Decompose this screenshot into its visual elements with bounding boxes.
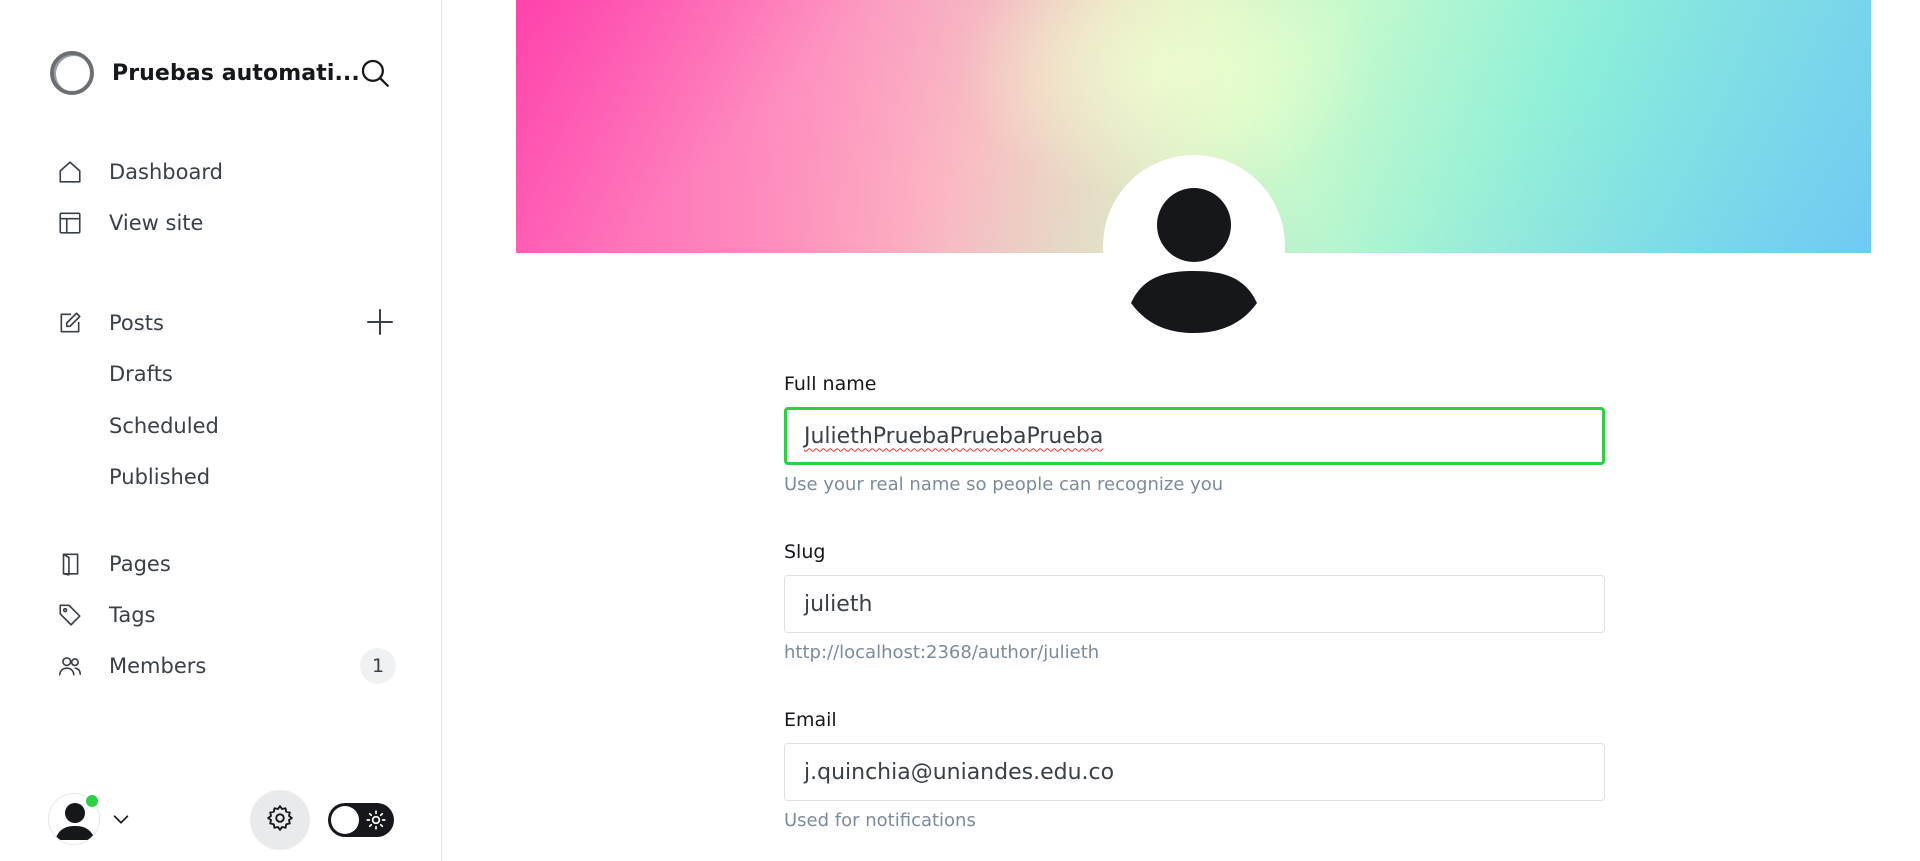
full-name-help: Use your real name so people can recogni… — [784, 474, 1224, 495]
sidebar-item-label: Posts — [109, 311, 164, 335]
gear-icon — [265, 803, 295, 837]
tag-icon — [56, 601, 84, 629]
sidebar-item-label: Members — [109, 654, 207, 678]
user-avatar-icon — [1131, 188, 1257, 333]
email-label: Email — [784, 709, 837, 731]
sidebar-item-view-site[interactable]: View site — [56, 203, 396, 243]
home-icon — [56, 158, 84, 186]
full-name-value: JuliethPruebaPruebaPrueba — [804, 423, 1104, 449]
online-status-indicator — [84, 793, 100, 809]
site-title: Pruebas automati... — [112, 60, 360, 86]
sidebar-item-label: Published — [109, 465, 211, 489]
slug-field[interactable]: julieth — [784, 575, 1605, 633]
email-help: Used for notifications — [784, 810, 976, 831]
sidebar-item-pages[interactable]: Pages — [56, 544, 396, 584]
sidebar-item-published[interactable]: Published — [109, 459, 210, 495]
slug-label: Slug — [784, 541, 826, 563]
plus-icon[interactable] — [364, 306, 396, 338]
sidebar-item-label: Tags — [109, 603, 156, 627]
sidebar-item-label: View site — [109, 211, 204, 235]
full-name-field[interactable]: JuliethPruebaPruebaPrueba — [784, 407, 1605, 465]
chevron-down-icon[interactable] — [110, 808, 132, 830]
sidebar-item-label: Drafts — [109, 362, 173, 386]
sidebar-item-label: Dashboard — [109, 160, 223, 184]
sidebar-item-scheduled[interactable]: Scheduled — [109, 408, 219, 444]
email-field[interactable]: j.quinchia@uniandes.edu.co — [784, 743, 1605, 801]
slug-url-help: http://localhost:2368/author/julieth — [784, 642, 1100, 663]
members-icon — [56, 652, 84, 680]
sidebar-item-members[interactable]: Members — [56, 646, 396, 686]
sidebar-item-label: Pages — [109, 552, 171, 576]
search-icon[interactable] — [358, 56, 392, 90]
sidebar: Pruebas automati... Dashboard View site … — [0, 0, 442, 861]
pages-icon — [56, 550, 84, 578]
sidebar-item-label: Scheduled — [109, 414, 219, 438]
site-brand[interactable]: Pruebas automati... — [50, 50, 360, 96]
sun-icon — [366, 810, 386, 830]
edit-icon — [56, 309, 84, 337]
sidebar-item-tags[interactable]: Tags — [56, 595, 396, 635]
sidebar-item-posts[interactable]: Posts — [56, 303, 396, 343]
site-logo-icon — [50, 51, 94, 95]
toggle-knob — [331, 806, 359, 834]
settings-button[interactable] — [250, 790, 310, 850]
full-name-label: Full name — [784, 373, 877, 395]
sidebar-item-dashboard[interactable]: Dashboard — [56, 152, 396, 192]
profile-picture[interactable] — [1103, 155, 1285, 337]
slug-value: julieth — [804, 591, 873, 617]
members-count-badge: 1 — [360, 648, 396, 684]
email-value: j.quinchia@uniandes.edu.co — [804, 759, 1115, 785]
theme-toggle[interactable] — [328, 803, 394, 837]
layout-icon — [56, 209, 84, 237]
sidebar-item-drafts[interactable]: Drafts — [109, 356, 173, 392]
